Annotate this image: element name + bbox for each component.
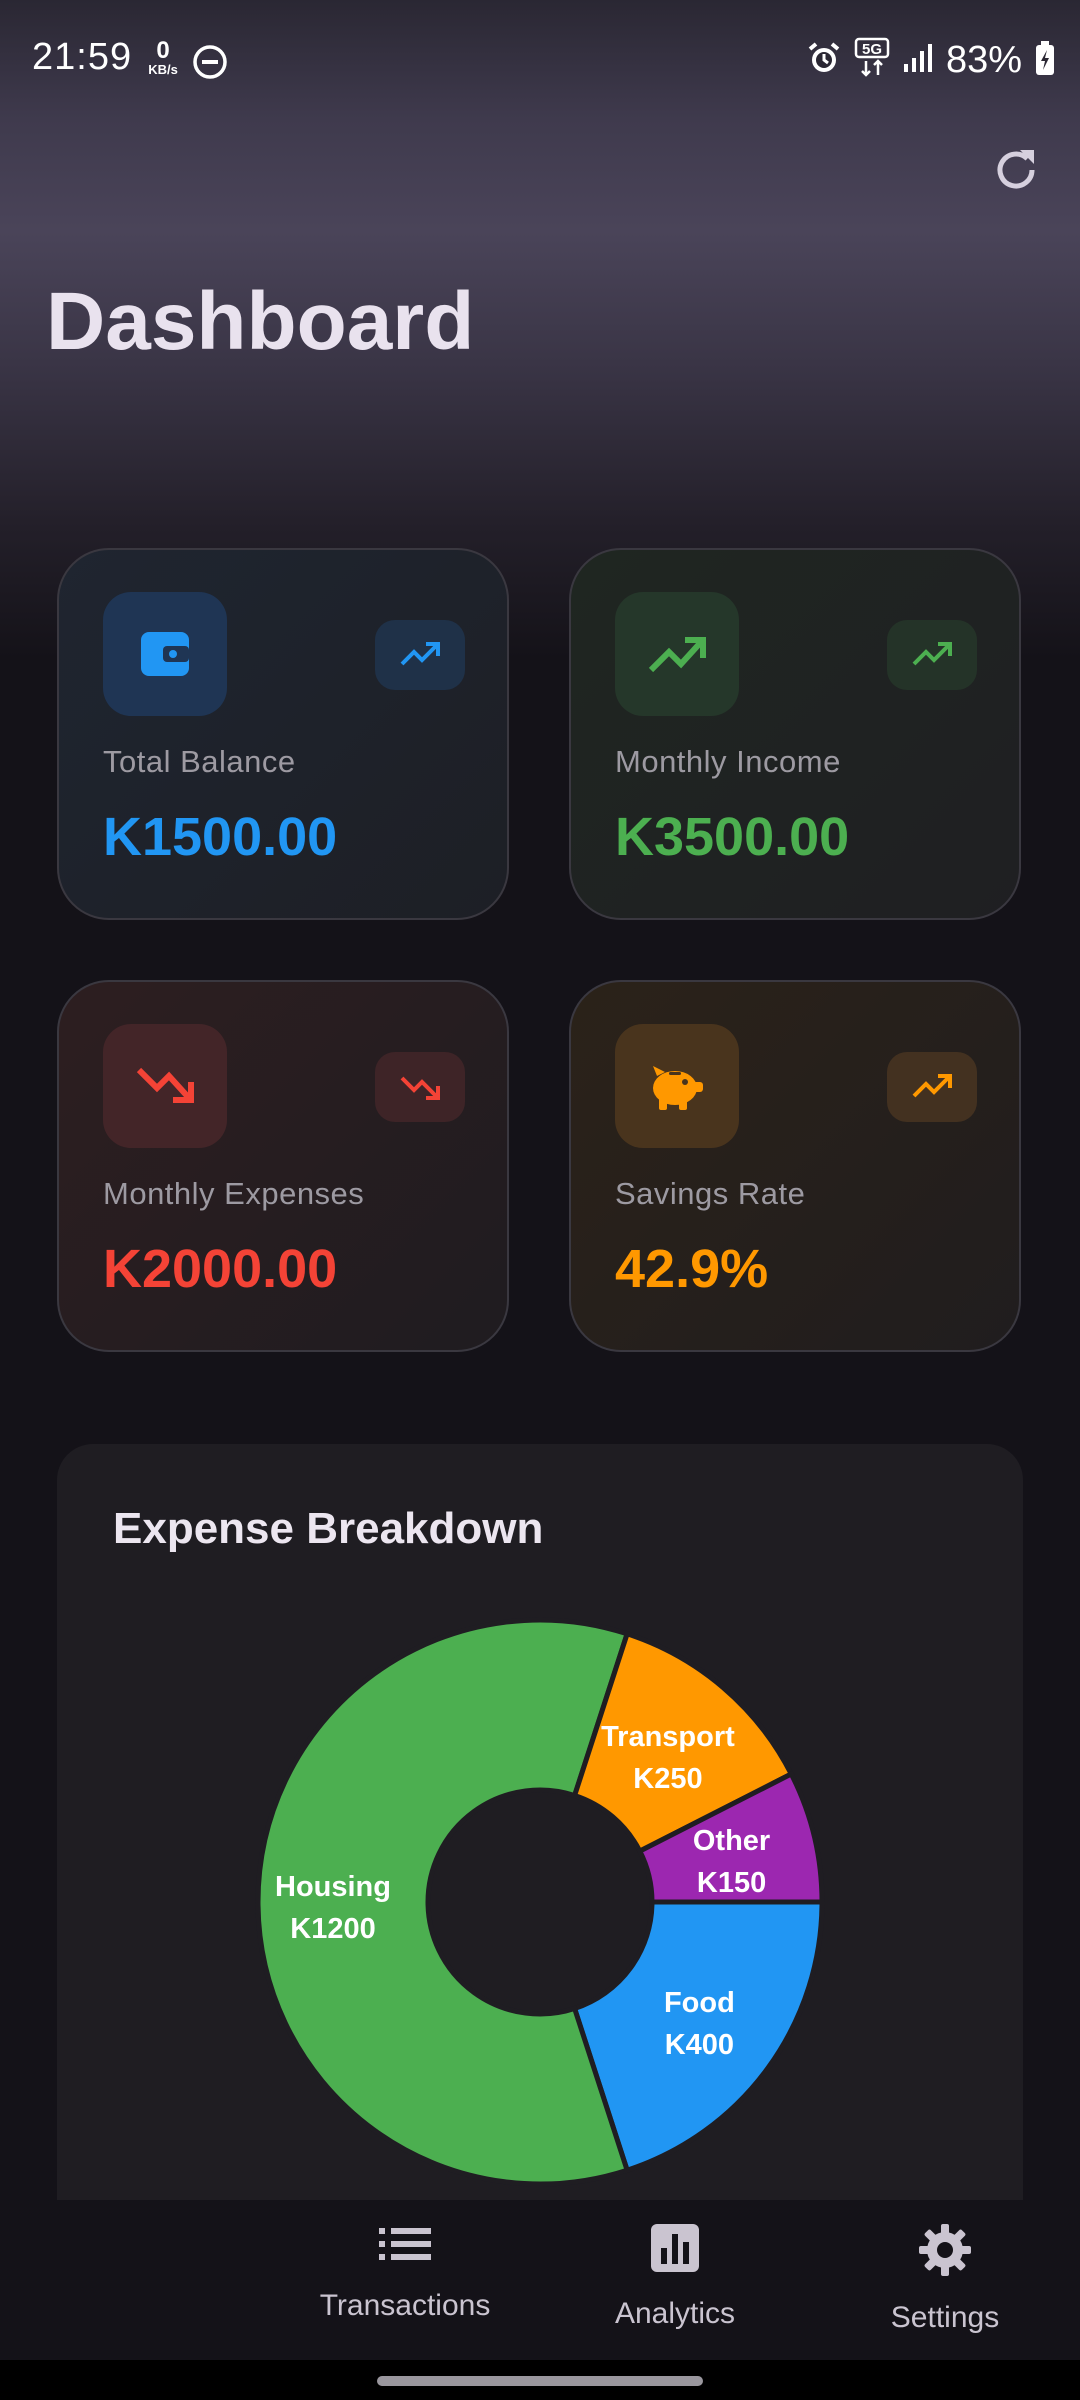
slice-label-food: Food [664, 1987, 735, 2019]
nav-settings[interactable]: Settings [825, 2222, 1065, 2335]
refresh-button[interactable] [980, 136, 1052, 208]
slice-value-other: K150 [697, 1867, 766, 1899]
trending-up-icon [887, 620, 977, 690]
nav-analytics[interactable]: Analytics [555, 2222, 795, 2331]
monthly-income-card[interactable]: Monthly Income K3500.00 [569, 548, 1021, 920]
savings-rate-label: Savings Rate [615, 1176, 806, 1211]
monthly-income-value: K3500.00 [615, 807, 850, 867]
bottom-navigation: Transactions Analytics Settings [0, 2200, 1080, 2360]
gear-icon [917, 2224, 973, 2282]
slice-value-food: K400 [665, 2029, 734, 2061]
network-speed-value: 0 [156, 37, 170, 64]
trending-down-icon [375, 1052, 465, 1122]
savings-rate-value: 42.9% [615, 1239, 769, 1299]
trending-up-icon [887, 1052, 977, 1122]
nav-transactions-label: Transactions [319, 2289, 491, 2322]
total-balance-card[interactable]: Total Balance K1500.00 [57, 548, 509, 920]
battery-percent: 83% [945, 38, 1022, 81]
monthly-expenses-value: K2000.00 [103, 1239, 338, 1299]
network-speed: 0 KB/s [140, 37, 186, 78]
slice-label-other: Other [693, 1825, 770, 1857]
expense-donut-chart: Food K400 Housing K1200 Transport K250 Other K1… [255, 1617, 825, 2187]
status-bar: 21:59 0 KB/s 5G 83% [0, 0, 1080, 120]
monthly-expenses-label: Monthly Expenses [103, 1176, 365, 1211]
list-icon [377, 2228, 433, 2270]
total-balance-label: Total Balance [103, 744, 296, 779]
slice-value-housing: K1200 [290, 1913, 375, 1945]
trending-down-icon [103, 1024, 227, 1148]
refresh-icon [988, 142, 1044, 203]
nav-settings-label: Settings [890, 2301, 1000, 2334]
status-icons: 5G 83% [806, 36, 1056, 84]
slice-label-transport: Transport [601, 1721, 735, 1753]
dnd-icon [192, 44, 228, 85]
wallet-icon [103, 592, 227, 716]
monthly-income-label: Monthly Income [615, 744, 841, 779]
analytics-icon [649, 2224, 701, 2278]
alarm-icon [806, 40, 842, 81]
gesture-bar [0, 2360, 1080, 2400]
home-indicator[interactable] [377, 2376, 703, 2386]
network-speed-unit: KB/s [148, 62, 178, 77]
signal-icon [902, 42, 934, 79]
trending-up-icon [615, 592, 739, 716]
status-time: 21:59 [32, 36, 133, 78]
5g-icon: 5G [854, 37, 890, 84]
slice-label-housing: Housing [275, 1871, 391, 1903]
monthly-expenses-card[interactable]: Monthly Expenses K2000.00 [57, 980, 509, 1352]
total-balance-value: K1500.00 [103, 807, 338, 867]
nav-analytics-label: Analytics [614, 2297, 736, 2330]
slice-value-transport: K250 [633, 1763, 702, 1795]
nav-transactions[interactable]: Transactions [285, 2222, 525, 2323]
battery-icon [1034, 40, 1056, 81]
savings-rate-card[interactable]: Savings Rate 42.9% [569, 980, 1021, 1352]
trending-up-icon [375, 620, 465, 690]
svg-text:5G: 5G [862, 41, 882, 58]
expense-breakdown-card: Expense Breakdown Food K400 Housing K1200 Tr… [57, 1444, 1023, 2200]
page-title: Dashboard [46, 276, 475, 367]
piggy-bank-icon [615, 1024, 739, 1148]
